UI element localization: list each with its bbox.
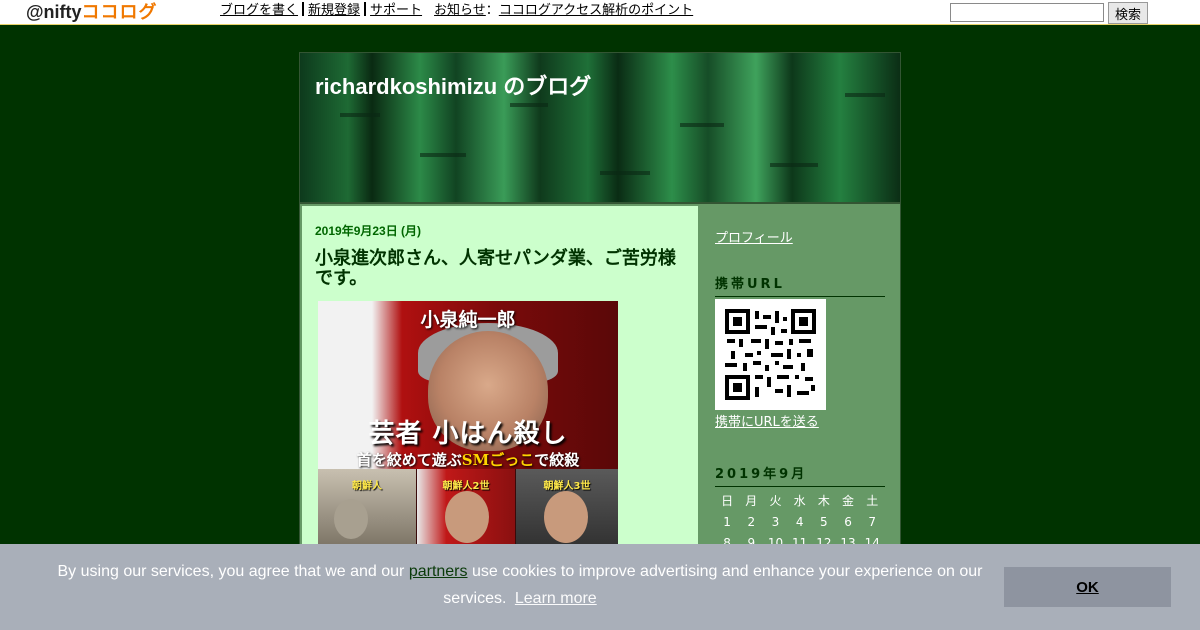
image-panel-1-label: 朝鮮人 [352, 481, 382, 492]
search-input[interactable] [950, 3, 1104, 22]
nav-notice-article[interactable]: ココログアクセス解析のポイント [499, 3, 693, 18]
nav-notice[interactable]: お知らせ [434, 3, 486, 18]
partners-link[interactable]: partners [409, 563, 468, 580]
learn-more-link[interactable]: Learn more [515, 590, 597, 607]
calendar-day: 1 [723, 515, 731, 529]
weekday-label: 水 [793, 494, 806, 508]
nifty-cocolog-logo[interactable]: @niftyココログ [26, 2, 158, 22]
calendar-week: 1 2 3 4 5 6 7 [715, 512, 885, 533]
mobile-url-heading: 携帯URL [715, 273, 885, 297]
nav-divider [364, 2, 367, 16]
weekday-label: 月 [745, 494, 758, 508]
send-url-to-mobile-link[interactable]: 携帯にURLを送る [715, 411, 819, 430]
bamboo-banner: richardkoshimizu のブログ [300, 53, 900, 204]
calendar-day: 2 [747, 515, 756, 529]
qr-code [715, 299, 826, 410]
post-image[interactable]: 小泉純一郎 芸者 小はん殺し 首を絞めて遊ぶSMごっこで絞殺 朝鮮人 朝鮮人2世… [318, 301, 618, 561]
image-name-caption: 小泉純一郎 [420, 309, 516, 331]
nav-divider [302, 2, 305, 16]
cookie-consent-banner: By using our services, you agree that we… [0, 544, 1200, 630]
logo-cocolog-text: ココログ [81, 2, 158, 22]
cookie-ok-button[interactable]: OK [1004, 567, 1171, 607]
blog-title[interactable]: richardkoshimizu のブログ [315, 69, 591, 101]
calendar-heading: 2019年9月 [715, 463, 885, 487]
nav-write-blog[interactable]: ブログを書く [220, 3, 298, 18]
qr-code-icon [725, 309, 816, 400]
search-button[interactable]: 検索 [1108, 2, 1148, 24]
image-caption-main: 芸者 小はん殺し [368, 419, 568, 449]
nav-register[interactable]: 新規登録 [308, 3, 360, 18]
nifty-top-bar: @niftyココログ ブログを書く 新規登録 サポート お知らせ：ココログアクセス解析… [0, 0, 1200, 25]
calendar-day: 7 [868, 515, 877, 529]
weekday-label: 木 [817, 494, 830, 508]
logo-nifty-text: @nifty [26, 2, 82, 22]
weekday-label: 金 [842, 494, 855, 508]
calendar-day: 3 [771, 515, 780, 529]
calendar-day: 4 [795, 515, 804, 529]
calendar-weekdays: 日 月 火 水 木 金 土 [715, 491, 885, 512]
post-date: 2019年9月23日 (月) [315, 224, 422, 238]
weekday-label: 日 [721, 494, 734, 508]
image-caption-sub: 首を絞めて遊ぶSMごっこで絞殺 [356, 451, 580, 469]
cookie-message: By using our services, you agree that we… [40, 558, 1000, 612]
calendar-day: 5 [820, 515, 828, 529]
nav-support[interactable]: サポート [370, 3, 422, 18]
image-panel-3-label: 朝鮮人3世 [543, 481, 591, 492]
cookie-text-before: By using our services, you agree that we… [57, 563, 405, 580]
top-nav: ブログを書く 新規登録 サポート お知らせ：ココログアクセス解析のポイント [220, 2, 693, 20]
post-title: 小泉進次郎さん、人寄せパンダ業、ご苦労様です。 [315, 248, 676, 288]
image-panel-2-label: 朝鮮人2世 [442, 481, 490, 492]
weekday-label: 土 [866, 494, 879, 508]
notice-colon: ： [485, 3, 499, 18]
profile-link[interactable]: プロフィール [715, 227, 793, 246]
weekday-label: 火 [769, 494, 782, 508]
calendar-day: 6 [844, 515, 852, 529]
